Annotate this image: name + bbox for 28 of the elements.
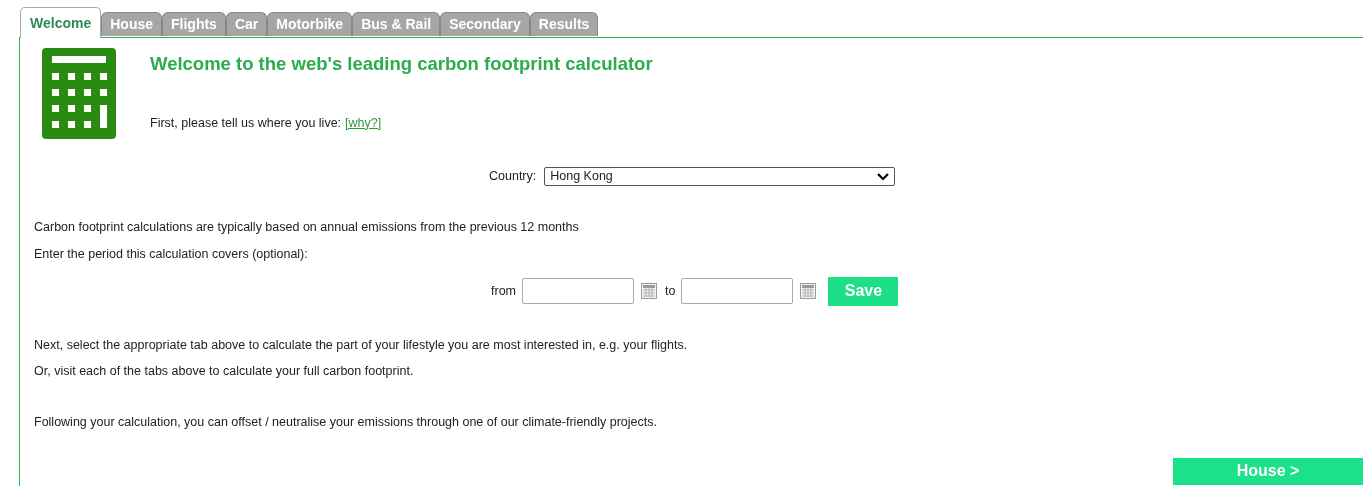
why-link[interactable]: [why?] [345, 113, 382, 133]
country-select[interactable]: Hong Kong [544, 167, 896, 186]
tab[interactable]: Motorbike [267, 12, 353, 36]
tab[interactable]: House [101, 12, 162, 36]
tab[interactable]: Welcome [20, 7, 102, 38]
instruction-text: Or, visit each of the tabs above to calculate your full carbon footprint. [34, 363, 415, 381]
chevron-down-icon [877, 172, 890, 181]
tab[interactable]: Secondary [440, 12, 530, 36]
tab[interactable]: Results [529, 12, 599, 36]
calculator-icon [42, 48, 116, 139]
calendar-icon[interactable] [800, 283, 817, 299]
location-prompt: First, please tell us where you live: [150, 114, 342, 132]
to-label: to [665, 282, 676, 300]
page-heading: Welcome to the web's leading carbon footprint calculator [150, 52, 653, 76]
from-date-field[interactable] [522, 278, 634, 304]
tab[interactable]: Flights [162, 12, 226, 36]
from-label: from [491, 282, 516, 300]
offset-note: Following your calculation, you can offset / neutralise your emissions through one of our climate-friendly projects. [34, 414, 658, 431]
instruction-text: Next, select the appropriate tab above to calculate the part of your lifestyle you are most interested in, e.g. your flights. [34, 336, 689, 354]
save-button[interactable]: Save [828, 276, 899, 306]
next-button[interactable]: House > [1173, 457, 1363, 485]
country-label: Country: [489, 168, 537, 186]
tab[interactable]: Car [225, 12, 268, 36]
intro-text: Enter the period this calculation covers (optional): [34, 245, 309, 263]
calendar-icon[interactable] [641, 283, 657, 299]
intro-text: Carbon footprint calculations are typically based on annual emissions from the previous 12 months [34, 219, 580, 236]
tab[interactable]: Bus & Rail [352, 12, 441, 36]
to-date-field[interactable] [681, 278, 794, 304]
